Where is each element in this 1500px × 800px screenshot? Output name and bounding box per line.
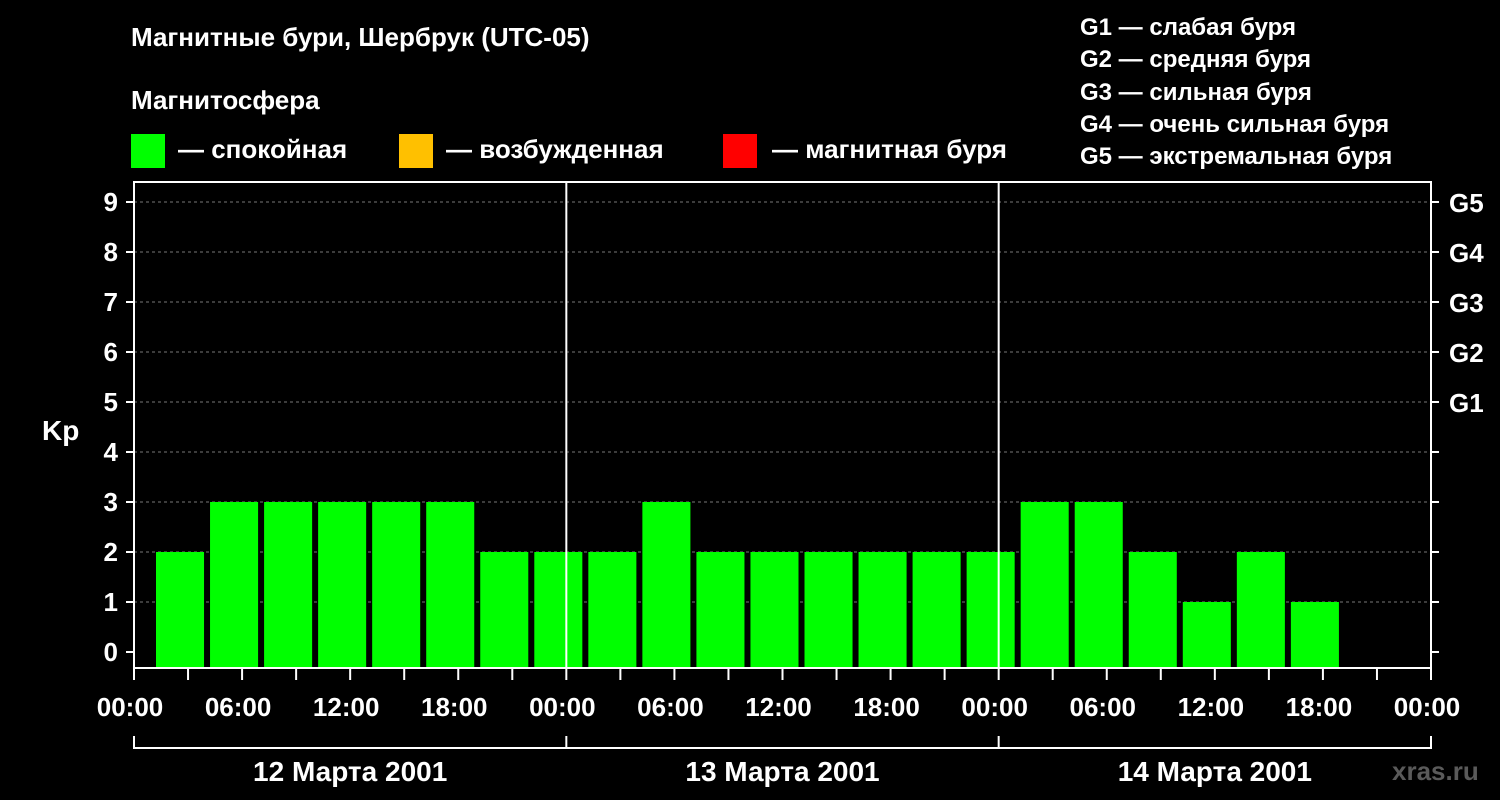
kp-bar	[1128, 552, 1177, 668]
x-tick-label: 06:00	[1070, 692, 1137, 722]
x-tick-label: 12:00	[745, 692, 812, 722]
kp-bar	[426, 502, 475, 668]
y-tick-label: 0	[104, 637, 118, 667]
y-tick-label: 9	[104, 187, 118, 217]
kp-bar	[1020, 502, 1069, 668]
kp-chart: 0 1 2 3 4 5 6 7 8 9 G1 G2 G3 G4 G5 Kp 00:00 06:00 12:00 18:…	[42, 181, 1484, 787]
kp-bar	[1074, 502, 1123, 668]
g-level-label: G5	[1449, 188, 1484, 218]
g-level-label: G1	[1449, 388, 1484, 418]
day-label: 12 Марта 2001	[253, 756, 447, 787]
kp-bar	[1236, 552, 1285, 668]
x-tick-label: 00:00	[97, 692, 164, 722]
y-tick-label: 6	[104, 337, 118, 367]
x-tick-label: 12:00	[313, 692, 380, 722]
x-tick-label: 00:00	[529, 692, 596, 722]
kp-bar	[588, 552, 637, 668]
x-tick-label: 00:00	[1394, 692, 1461, 722]
y-tick-label: 4	[104, 437, 119, 467]
y-tick-label: 3	[104, 487, 118, 517]
kp-bar	[156, 552, 205, 668]
kp-bar	[264, 502, 313, 668]
kp-bar	[804, 552, 853, 668]
kp-bar	[210, 502, 259, 668]
kp-bar	[318, 502, 367, 668]
g-level-label: G2	[1449, 338, 1484, 368]
kp-bar	[858, 552, 907, 668]
y-tick-label: 8	[104, 237, 118, 267]
g-level-label: G3	[1449, 288, 1484, 318]
x-tick-label: 12:00	[1178, 692, 1245, 722]
kp-bar	[1290, 602, 1339, 668]
g-level-label: G4	[1449, 238, 1484, 268]
kp-bar	[966, 552, 1015, 668]
y-tick-label: 2	[104, 537, 118, 567]
x-tick-label: 00:00	[961, 692, 1028, 722]
x-tick-label: 18:00	[853, 692, 920, 722]
kp-bar	[912, 552, 961, 668]
kp-bar	[534, 552, 583, 668]
kp-bar	[1182, 602, 1231, 668]
y-tick-label: 5	[104, 387, 118, 417]
kp-bar	[750, 552, 799, 668]
kp-bar	[480, 552, 529, 668]
y-tick-label: 7	[104, 287, 118, 317]
y-tick-label: 1	[104, 587, 118, 617]
kp-bar	[642, 502, 691, 668]
watermark: xras.ru	[1392, 756, 1479, 786]
y-axis-label: Kp	[42, 415, 79, 446]
x-tick-label: 18:00	[1286, 692, 1353, 722]
day-label: 14 Марта 2001	[1118, 756, 1312, 787]
x-tick-label: 18:00	[421, 692, 488, 722]
kp-bar	[696, 552, 745, 668]
kp-bar	[372, 502, 421, 668]
x-tick-label: 06:00	[637, 692, 704, 722]
x-tick-label: 06:00	[205, 692, 272, 722]
day-label: 13 Марта 2001	[685, 756, 879, 787]
